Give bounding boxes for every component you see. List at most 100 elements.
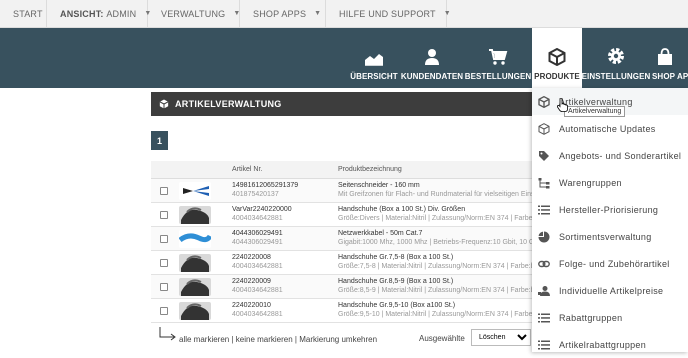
product-description: Größe:7,5-8 | Material:Nitril | Zulassun… bbox=[338, 262, 537, 270]
verwaltung-label: VERWALTUNG bbox=[161, 8, 226, 19]
col-header-image bbox=[175, 161, 228, 179]
nav-uebersicht[interactable]: ÜBERSICHT bbox=[348, 28, 400, 88]
nav-shop-apps[interactable]: SHOP AP bbox=[652, 28, 688, 88]
artikel-nr: VarVar2240220000 bbox=[232, 205, 292, 213]
menu-item-label: Folge- und Zubehörartikel bbox=[559, 258, 670, 269]
list-icon bbox=[538, 340, 550, 349]
menu-item-automatische-updates[interactable]: Automatische Updates bbox=[532, 115, 688, 142]
product-description: Gigabit:1000 Mhz, 1000 Mhz | Betriebs-Fr… bbox=[338, 238, 540, 246]
tag-icon bbox=[539, 150, 549, 161]
menu-item-label: Artikelrabattgruppen bbox=[559, 339, 647, 350]
ansicht-prefix: ANSICHT: bbox=[60, 8, 104, 19]
product-name: Seitenschneider - 160 mm bbox=[338, 181, 420, 189]
keine-markieren-link[interactable]: keine markieren bbox=[236, 335, 293, 344]
hilfe-dropdown[interactable]: ? HILFE UND SUPPORT ▼ bbox=[326, 0, 451, 28]
nav-bestellungen[interactable]: BESTELLUNGEN bbox=[464, 28, 532, 88]
cart-icon bbox=[489, 49, 508, 65]
menu-item-folge-zubehoerartikel[interactable]: Folge- und Zubehörartikel bbox=[532, 250, 688, 277]
row-checkbox[interactable] bbox=[160, 282, 168, 291]
artikel-ean: 4004034642881 bbox=[232, 262, 283, 270]
table-row[interactable]: 2240220008 4004034642881 Handschuhe Gr.7,… bbox=[151, 250, 541, 275]
menu-item-label: Warengruppen bbox=[559, 177, 622, 188]
nav-einstellungen[interactable]: EINSTELLUNGEN bbox=[582, 28, 650, 88]
nav-produkte[interactable]: PRODUKTE bbox=[532, 28, 582, 88]
product-name: Handschuhe Gr.7,5-8 (Box a 100 St.) bbox=[338, 253, 454, 261]
panel-title: ARTIKELVERWALTUNG bbox=[175, 99, 282, 109]
table-row[interactable]: VarVar2240220000 4004034642881 Handschuhe… bbox=[151, 202, 541, 227]
product-name: Handschuhe Gr.9,5-10 (Box a100 St.) bbox=[338, 301, 456, 309]
bulk-actions-footer: alle markieren | keine markieren | Marki… bbox=[151, 327, 541, 349]
caret-down-icon: ▼ bbox=[314, 10, 322, 17]
box-icon bbox=[538, 95, 550, 108]
hilfe-label: HILFE UND SUPPORT bbox=[339, 8, 436, 19]
artikel-nr: 2240220010 bbox=[232, 301, 271, 309]
user-price-icon bbox=[538, 285, 550, 296]
verwaltung-dropdown[interactable]: VERWALTUNG ▼ bbox=[148, 0, 240, 28]
alle-markieren-link[interactable]: alle markieren bbox=[179, 335, 229, 344]
menu-item-hersteller-priorisierung[interactable]: Hersteller-Priorisierung bbox=[532, 196, 688, 223]
col-header-artikel-nr[interactable]: Artikel Nr. bbox=[228, 161, 334, 179]
table-header-row: Artikel Nr. Produktbezeichnung bbox=[151, 161, 541, 179]
bulk-action-select[interactable]: Löschen bbox=[471, 329, 531, 346]
menu-item-rabattgruppen[interactable]: Rabattgruppen bbox=[532, 304, 688, 331]
panel-header: ARTIKELVERWALTUNG bbox=[151, 92, 541, 116]
product-description: Größe:Divers | Material:Nitril | Zulassu… bbox=[338, 214, 539, 222]
row-checkbox[interactable] bbox=[160, 258, 168, 267]
product-thumbnail bbox=[179, 253, 211, 272]
ausgewaehlte-label: Ausgewählte bbox=[419, 334, 465, 343]
product-description: Größe:8,5-9 | Material:Nitril | Zulassun… bbox=[338, 286, 537, 294]
menu-item-warengruppen[interactable]: Warengruppen bbox=[532, 169, 688, 196]
table-row[interactable]: 14981612065291379 401875420137 Seitenschn… bbox=[151, 178, 541, 203]
shop-apps-dropdown[interactable]: SHOP APPS ▼ bbox=[240, 0, 326, 28]
artikel-ean: 4044306029491 bbox=[232, 238, 283, 246]
shopping-bag-icon bbox=[658, 48, 672, 65]
row-checkbox[interactable] bbox=[160, 186, 168, 195]
table-row[interactable]: 2240220010 4004034642881 Handschuhe Gr.9,… bbox=[151, 298, 541, 323]
product-description: Größe:9,5-10 | Material:Nitril | Zulassu… bbox=[338, 310, 539, 318]
row-checkbox[interactable] bbox=[160, 306, 168, 315]
artikel-nr: 2240220008 bbox=[232, 253, 271, 261]
row-checkbox[interactable] bbox=[160, 234, 168, 243]
menu-item-label: Hersteller-Priorisierung bbox=[559, 204, 659, 215]
menu-item-angebots-sonderartikel[interactable]: Angebots- und Sonderartikel bbox=[532, 142, 688, 169]
box-icon bbox=[548, 48, 566, 66]
table-row[interactable]: 2240220009 4004034642881 Handschuhe Gr.8,… bbox=[151, 274, 541, 299]
shop-apps-label: SHOP APPS bbox=[253, 8, 307, 19]
menu-item-label: Sortimentsverwaltung bbox=[559, 231, 652, 242]
area-chart-icon bbox=[365, 54, 383, 66]
product-table: Artikel Nr. Produktbezeichnung 149816120… bbox=[151, 161, 541, 323]
nav-uebersicht-label: ÜBERSICHT bbox=[350, 72, 398, 81]
product-name: Handschuhe Gr.8,5-9 (Box a 100 St.) bbox=[338, 277, 454, 285]
corner-arrow-icon bbox=[159, 327, 176, 341]
selection-links: alle markieren | keine markieren | Marki… bbox=[179, 335, 377, 344]
menu-item-individuelle-artikelpreise[interactable]: Individuelle Artikelpreise bbox=[532, 277, 688, 304]
col-header-produktbezeichnung[interactable]: Produktbezeichnung bbox=[334, 161, 541, 179]
nav-kundendaten[interactable]: KUNDENDATEN bbox=[401, 28, 463, 88]
product-thumbnail bbox=[179, 205, 211, 224]
menu-item-artikelrabattgruppen[interactable]: Artikelrabattgruppen bbox=[532, 331, 688, 358]
page-button-1[interactable]: 1 bbox=[151, 131, 168, 150]
col-header-select bbox=[151, 161, 175, 179]
caret-down-icon: ▼ bbox=[443, 10, 451, 17]
start-link[interactable]: START bbox=[0, 0, 47, 28]
artikel-ean: 4004034642881 bbox=[232, 286, 283, 294]
nav-bestellungen-label: BESTELLUNGEN bbox=[464, 72, 532, 81]
nav-shop-apps-label: SHOP AP bbox=[652, 72, 688, 81]
table-row[interactable]: 4044306029491 4044306029491 Netzwerkkabel… bbox=[151, 226, 541, 251]
sitemap-icon bbox=[538, 177, 550, 188]
pie-chart-icon bbox=[538, 231, 550, 242]
start-label: START bbox=[13, 8, 43, 19]
nav-kundendaten-label: KUNDENDATEN bbox=[400, 72, 464, 81]
tooltip: Artikelverwaltung bbox=[564, 106, 626, 117]
user-icon bbox=[425, 49, 439, 65]
product-thumbnail bbox=[179, 277, 211, 296]
artikel-nr: 14981612065291379 bbox=[232, 181, 299, 189]
top-toolbar: START ANSICHT: ADMIN ▼ VERWALTUNG ▼ SHOP… bbox=[0, 0, 688, 28]
product-thumbnail bbox=[179, 181, 211, 200]
menu-item-sortimentsverwaltung[interactable]: Sortimentsverwaltung bbox=[532, 223, 688, 250]
menu-item-label: Individuelle Artikelpreise bbox=[559, 285, 664, 296]
markierung-umkehren-link[interactable]: Markierung umkehren bbox=[299, 335, 377, 344]
ansicht-dropdown[interactable]: ANSICHT: ADMIN ▼ bbox=[47, 0, 151, 28]
row-checkbox[interactable] bbox=[160, 210, 168, 219]
menu-item-label: Angebots- und Sonderartikel bbox=[559, 150, 682, 161]
